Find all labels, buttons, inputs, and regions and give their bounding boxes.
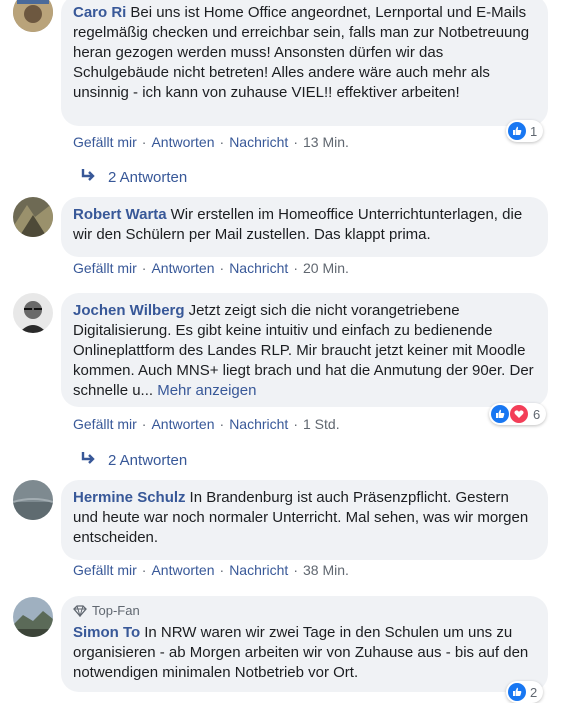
reply-arrow-icon [80, 451, 98, 469]
separator: · [219, 134, 225, 150]
comment-actions: Gefällt mir · Antworten · Nachricht · 20 Min. [73, 260, 349, 276]
separator: · [293, 416, 298, 432]
comment-time[interactable]: 38 Min. [303, 562, 349, 578]
like-reaction-icon [508, 683, 526, 701]
replies-count: 2 Antworten [108, 169, 188, 186]
show-more-link[interactable]: Mehr anzeigen [157, 382, 256, 399]
badge-label: Top-Fan [92, 603, 140, 618]
separator: · [293, 134, 298, 150]
comment-author[interactable]: Hermine Schulz [73, 489, 186, 506]
comment-author[interactable]: Jochen Wilberg [73, 302, 185, 319]
avatar[interactable] [13, 480, 53, 520]
comment-text: Bei uns ist Home Office angeordnet, Lern… [73, 4, 530, 101]
separator: · [141, 416, 147, 432]
comment-time[interactable]: 13 Min. [303, 134, 349, 150]
reply-link[interactable]: Antworten [151, 134, 214, 150]
like-link[interactable]: Gefällt mir [73, 260, 137, 276]
message-link[interactable]: Nachricht [229, 260, 288, 276]
view-replies-link[interactable]: 2 Antworten [80, 168, 187, 186]
comment-actions: Gefällt mir · Antworten · Nachricht · 1 Std. [73, 416, 340, 432]
comment-bubble: Jochen Wilberg Jetzt zeigt sich die nicht… [61, 293, 548, 407]
reaction-count-value: 6 [533, 406, 541, 422]
separator: · [141, 134, 147, 150]
diamond-icon [73, 605, 87, 617]
separator: · [141, 562, 147, 578]
comment-actions: Gefällt mir · Antworten · Nachricht · 38 Min. [73, 562, 349, 578]
like-link[interactable]: Gefällt mir [73, 416, 137, 432]
comment-bubble: Robert Warta Wir erstellen im Homeoffice … [61, 197, 548, 257]
comment-bubble: Hermine Schulz In Brandenburg ist auch Pr… [61, 480, 548, 560]
separator: · [219, 562, 225, 578]
message-link[interactable]: Nachricht [229, 134, 288, 150]
reply-link[interactable]: Antworten [151, 416, 214, 432]
reaction-count-value: 1 [530, 123, 538, 139]
reaction-count-value: 2 [530, 684, 538, 700]
comment-actions: Gefällt mir · Antworten · Nachricht · 13 Min. [73, 134, 349, 150]
like-link[interactable]: Gefällt mir [73, 562, 137, 578]
comment-time[interactable]: 20 Min. [303, 260, 349, 276]
comment-bubble: Top-Fan Simon To In NRW waren wir zwei Ta… [61, 596, 548, 692]
separator: · [141, 260, 147, 276]
top-fan-badge: Top-Fan [73, 601, 536, 621]
comment-time[interactable]: 1 Std. [303, 416, 340, 432]
avatar[interactable] [13, 0, 53, 32]
reply-link[interactable]: Antworten [151, 562, 214, 578]
comment-author[interactable]: Simon To [73, 624, 140, 641]
reaction-count[interactable]: 1 [506, 120, 544, 142]
avatar[interactable] [13, 197, 53, 237]
message-link[interactable]: Nachricht [229, 416, 288, 432]
separator: · [293, 562, 298, 578]
replies-count: 2 Antworten [108, 452, 188, 469]
reaction-count[interactable]: 6 [489, 403, 547, 425]
reaction-count[interactable]: 2 [506, 681, 544, 703]
separator: · [219, 260, 225, 276]
view-replies-link[interactable]: 2 Antworten [80, 451, 187, 469]
comment-author[interactable]: Robert Warta [73, 206, 167, 223]
avatar[interactable] [13, 293, 53, 333]
separator: · [219, 416, 225, 432]
like-link[interactable]: Gefällt mir [73, 134, 137, 150]
reply-link[interactable]: Antworten [151, 260, 214, 276]
separator: · [293, 260, 298, 276]
comment-text: In NRW waren wir zwei Tage in den Schule… [73, 624, 529, 681]
reply-arrow-icon [80, 168, 98, 186]
love-reaction-icon [509, 404, 529, 424]
like-reaction-icon [508, 122, 526, 140]
like-reaction-icon [491, 405, 509, 423]
comment-author[interactable]: Caro Ri [73, 4, 126, 21]
comment-bubble: Caro Ri Bei uns ist Home Office angeordne… [61, 0, 548, 126]
message-link[interactable]: Nachricht [229, 562, 288, 578]
avatar[interactable] [13, 597, 53, 637]
